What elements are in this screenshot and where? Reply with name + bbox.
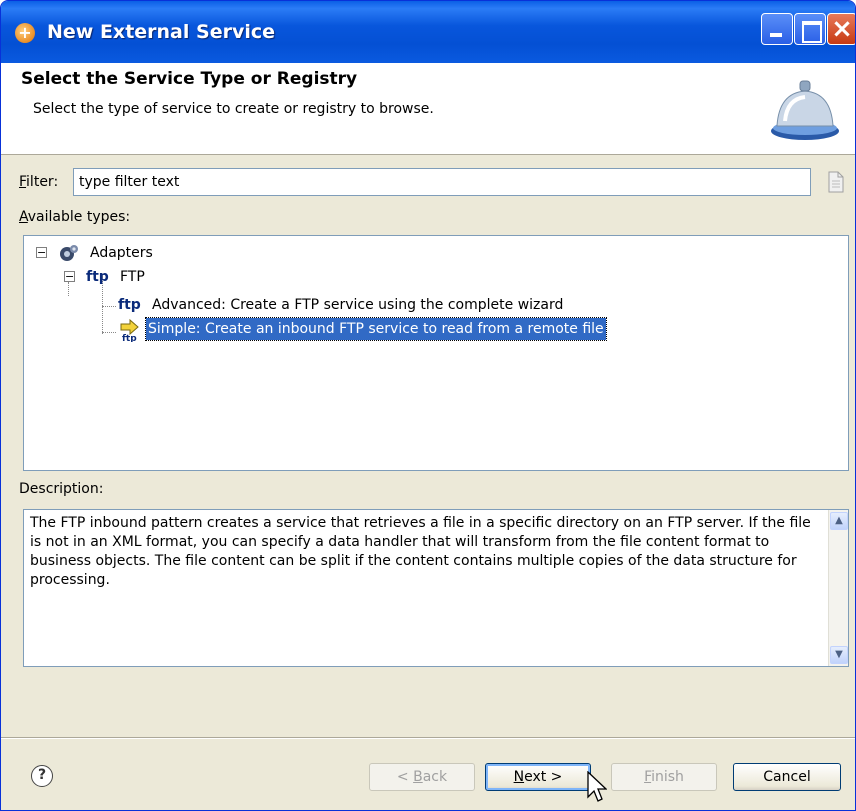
finish-button[interactable]: Finish — [611, 763, 717, 791]
new-external-service-window: + New External Service × Select the Serv… — [0, 0, 856, 811]
ftp-inbound-icon: ftp — [120, 318, 139, 342]
tree-label-ftp: FTP — [120, 269, 145, 285]
description-box[interactable]: The FTP inbound pattern creates a servic… — [23, 509, 849, 667]
button-bar-separator — [1, 737, 855, 739]
back-button[interactable]: < Back — [369, 763, 475, 791]
service-bell-icon — [771, 80, 839, 140]
maximize-icon — [795, 14, 825, 44]
description-label: Description: — [19, 481, 104, 497]
filter-label: Filter: — [19, 174, 59, 190]
tree-label-advanced: Advanced: Create a FTP service using the… — [152, 297, 564, 313]
page-description: Select the type of service to create or … — [33, 101, 434, 117]
maximize-button[interactable] — [794, 13, 826, 45]
scroll-up-icon[interactable]: ▲ — [830, 512, 848, 530]
clear-filter-icon[interactable] — [827, 171, 845, 193]
available-types-label: Available types: — [19, 209, 131, 225]
scroll-down-icon[interactable]: ▼ — [830, 646, 848, 664]
tree-line — [102, 332, 116, 333]
tree-line — [102, 306, 116, 307]
close-button[interactable]: × — [827, 13, 855, 45]
wizard-header: Select the Service Type or Registry Sele… — [1, 63, 855, 155]
adapters-icon — [60, 245, 78, 261]
collapse-ftp-icon[interactable]: − — [64, 271, 75, 282]
ftp-advanced-icon: ftp — [118, 297, 141, 313]
help-icon[interactable]: ? — [31, 765, 53, 787]
cancel-button[interactable]: Cancel — [733, 763, 841, 791]
collapse-adapters-icon[interactable]: − — [36, 247, 47, 258]
tree-label-adapters: Adapters — [90, 245, 153, 261]
description-text: The FTP inbound pattern creates a servic… — [30, 515, 811, 588]
available-types-tree[interactable]: − Adapters − ftp FTP ftp Advanced: Creat… — [23, 235, 849, 471]
minimize-icon — [762, 14, 792, 44]
mouse-cursor-icon — [587, 771, 607, 802]
ftp-icon: ftp — [86, 269, 109, 285]
title-bar[interactable]: + New External Service × — [1, 1, 855, 63]
close-icon: × — [831, 14, 853, 44]
filter-input[interactable] — [73, 168, 811, 196]
minimize-button[interactable] — [761, 13, 793, 45]
next-button[interactable]: Next > — [485, 763, 591, 791]
app-icon: + — [15, 23, 35, 43]
tree-line — [68, 282, 69, 296]
window-title: New External Service — [47, 21, 275, 43]
description-scrollbar[interactable]: ▲ ▼ — [828, 510, 848, 666]
page-title: Select the Service Type or Registry — [21, 69, 358, 89]
tree-label-simple: Simple: Create an inbound FTP service to… — [145, 317, 607, 341]
svg-text:ftp: ftp — [122, 334, 137, 342]
